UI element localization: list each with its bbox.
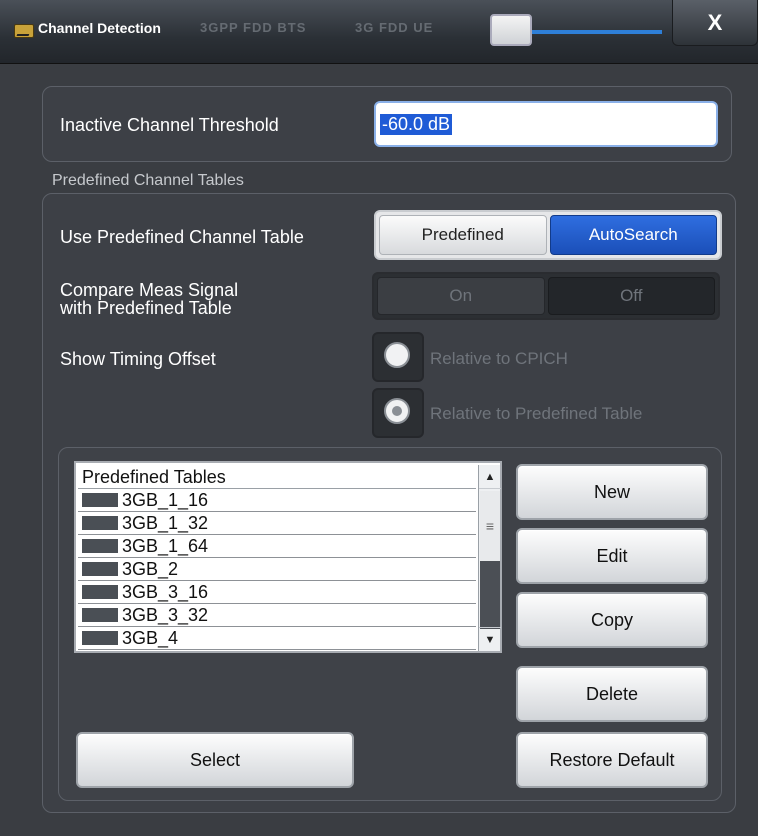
row-swatch xyxy=(82,562,118,576)
radio-selected-dot xyxy=(392,406,402,416)
table-row-label: 3GB_3_32 xyxy=(122,604,209,625)
transparency-slider-track[interactable] xyxy=(532,30,662,34)
row-swatch xyxy=(82,516,118,530)
threshold-value: -60.0 dB xyxy=(380,113,453,135)
edit-button[interactable]: Edit xyxy=(516,528,708,584)
new-button[interactable]: New xyxy=(516,464,708,520)
table-row-label: 3GB_2 xyxy=(122,558,179,579)
table-row-label: 3GB_1_32 xyxy=(122,512,209,533)
use-table-label: Use Predefined Channel Table xyxy=(60,227,304,247)
background-tab-2: 3G FDD UE xyxy=(355,20,434,35)
predefined-tables-list[interactable]: Predefined Tables 3GB_1_16 3GB_1_32 3GB_1_… xyxy=(74,461,502,653)
radio-predefined-table[interactable] xyxy=(372,388,424,438)
copy-button[interactable]: Copy xyxy=(516,592,708,648)
scroll-down-arrow-icon[interactable]: ▼ xyxy=(479,627,501,651)
threshold-input[interactable]: -60.0 dB xyxy=(374,101,718,147)
compare-label-line1: Compare Meas Signal xyxy=(60,280,239,300)
app-icon xyxy=(14,24,34,38)
compare-off-option[interactable]: Off xyxy=(547,277,715,315)
radio-cpich-label: Relative to CPICH xyxy=(430,349,568,368)
radio-predefined-label: Relative to Predefined Table xyxy=(430,404,643,423)
compare-on-option[interactable]: On xyxy=(377,277,545,315)
compare-toggle[interactable]: On Off xyxy=(372,272,720,320)
list-rows: 3GB_1_16 3GB_1_32 3GB_1_64 3GB_2 3GB_3_16 3GB… xyxy=(78,489,476,650)
use-table-toggle[interactable]: Predefined AutoSearch xyxy=(374,210,722,260)
radio-cpich-circle xyxy=(384,342,410,368)
row-swatch xyxy=(82,493,118,507)
title-bar: Channel Detection 3GPP FDD BTS 3G FDD UE… xyxy=(0,0,758,64)
threshold-label: Inactive Channel Threshold xyxy=(60,115,279,135)
table-row[interactable]: 3GB_4 xyxy=(78,627,476,650)
compare-label-line2: with Predefined Table xyxy=(60,298,232,318)
row-swatch xyxy=(82,608,118,622)
restore-default-button[interactable]: Restore Default xyxy=(516,732,708,788)
table-row[interactable]: 3GB_3_16 xyxy=(78,581,476,604)
timing-label: Show Timing Offset xyxy=(60,349,216,369)
table-row[interactable]: 3GB_3_32 xyxy=(78,604,476,627)
row-swatch xyxy=(82,539,118,553)
row-swatch xyxy=(82,585,118,599)
background-tab-1: 3GPP FDD BTS xyxy=(200,20,307,35)
close-button[interactable]: X xyxy=(672,0,758,46)
table-row[interactable]: 3GB_1_32 xyxy=(78,512,476,535)
table-row-label: 3GB_1_16 xyxy=(122,489,209,510)
table-row-label: 3GB_4 xyxy=(122,627,179,648)
compare-label: Compare Meas Signal with Predefined Tabl… xyxy=(60,281,238,317)
scroll-thumb[interactable]: ≡ xyxy=(480,491,500,561)
radio-predefined-circle xyxy=(384,398,410,424)
table-row-label: 3GB_1_64 xyxy=(122,535,209,556)
table-row[interactable]: 3GB_2 xyxy=(78,558,476,581)
autosearch-option[interactable]: AutoSearch xyxy=(549,215,717,255)
scroll-up-arrow-icon[interactable]: ▲ xyxy=(479,465,501,489)
section-title: Predefined Channel Tables xyxy=(52,172,244,189)
predefined-option[interactable]: Predefined xyxy=(379,215,547,255)
table-row[interactable]: 3GB_1_16 xyxy=(78,489,476,512)
list-header: Predefined Tables xyxy=(78,465,476,489)
select-button[interactable]: Select xyxy=(76,732,354,788)
table-row-label: 3GB_3_16 xyxy=(122,581,209,602)
list-scrollbar[interactable]: ▲ ≡ ▼ xyxy=(478,465,501,651)
transparency-slider-thumb[interactable] xyxy=(490,14,532,46)
row-swatch xyxy=(82,631,118,645)
radio-cpich[interactable] xyxy=(372,332,424,382)
delete-button[interactable]: Delete xyxy=(516,666,708,722)
window-title: Channel Detection xyxy=(38,20,161,36)
table-row[interactable]: 3GB_1_64 xyxy=(78,535,476,558)
